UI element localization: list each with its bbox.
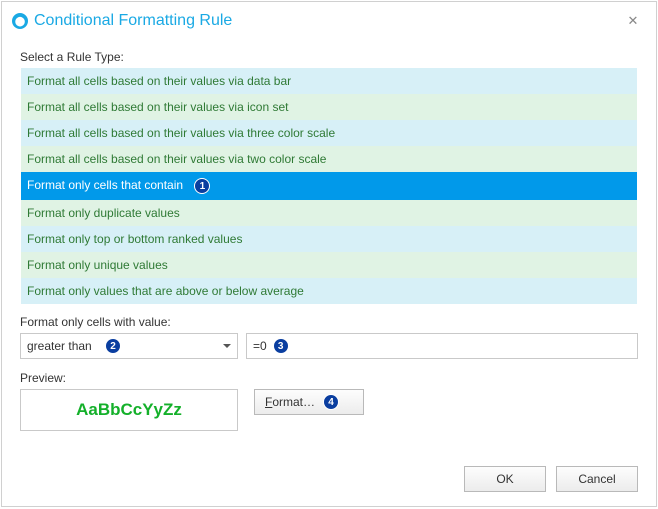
value-input[interactable]: =0 3 xyxy=(246,333,638,359)
app-logo-icon: ⬤ xyxy=(12,13,28,29)
format-only-with-value-label: Format only cells with value: xyxy=(20,315,638,329)
value-text: =0 xyxy=(253,339,267,353)
operator-value: greater than xyxy=(27,339,92,353)
rule-type-item[interactable]: Format only values that are above or bel… xyxy=(21,278,637,304)
operator-dropdown[interactable]: greater than 2 xyxy=(20,333,238,359)
ok-button[interactable]: OK xyxy=(464,466,546,492)
dialog-content: Select a Rule Type: Format all cells bas… xyxy=(2,38,656,443)
dialog-window: ⬤ Conditional Formatting Rule ✕ Select a… xyxy=(1,1,657,507)
preview-sample-text: AaBbCcYyZz xyxy=(76,400,182,420)
rule-type-label: Format only top or bottom ranked values xyxy=(27,232,242,246)
rule-type-label: Format only unique values xyxy=(27,258,168,272)
titlebar: ⬤ Conditional Formatting Rule ✕ xyxy=(2,2,656,38)
condition-row: greater than 2 =0 3 xyxy=(20,333,638,359)
rule-type-item[interactable]: Format all cells based on their values v… xyxy=(21,146,637,172)
format-button-label: Format… xyxy=(265,395,315,409)
rule-type-label: Format only cells that contain xyxy=(27,178,183,192)
rule-type-label: Format all cells based on their values v… xyxy=(27,152,326,166)
select-rule-type-label: Select a Rule Type: xyxy=(20,50,638,64)
preview-label: Preview: xyxy=(20,371,638,385)
callout-badge-4: 4 xyxy=(323,394,339,410)
rule-type-list: Format all cells based on their values v… xyxy=(20,67,638,305)
preview-box: AaBbCcYyZz xyxy=(20,389,238,431)
callout-badge-1: 1 xyxy=(194,178,210,194)
rule-type-label: Format only duplicate values xyxy=(27,206,180,220)
preview-row: AaBbCcYyZz Format… 4 xyxy=(20,389,638,431)
rule-type-label: Format only values that are above or bel… xyxy=(27,284,304,298)
chevron-down-icon xyxy=(223,344,231,348)
rule-type-item[interactable]: Format all cells based on their values v… xyxy=(21,120,637,146)
rule-type-item[interactable]: Format only duplicate values xyxy=(21,200,637,226)
close-icon: ✕ xyxy=(628,13,639,29)
cancel-button[interactable]: Cancel xyxy=(556,466,638,492)
rule-type-item[interactable]: Format all cells based on their values v… xyxy=(21,94,637,120)
callout-badge-3: 3 xyxy=(273,338,289,354)
close-button[interactable]: ✕ xyxy=(620,10,646,32)
rule-type-item[interactable]: Format only top or bottom ranked values xyxy=(21,226,637,252)
rule-type-item[interactable]: Format all cells based on their values v… xyxy=(21,68,637,94)
rule-type-label: Format all cells based on their values v… xyxy=(27,126,335,140)
callout-badge-2: 2 xyxy=(105,338,121,354)
dialog-footer: OK Cancel xyxy=(464,466,638,492)
format-button[interactable]: Format… 4 xyxy=(254,389,364,415)
rule-type-label: Format all cells based on their values v… xyxy=(27,100,288,114)
rule-type-item[interactable]: Format only unique values xyxy=(21,252,637,278)
rule-type-label: Format all cells based on their values v… xyxy=(27,74,291,88)
window-title: Conditional Formatting Rule xyxy=(34,12,620,30)
rule-type-item[interactable]: Format only cells that contain 1 xyxy=(21,172,637,200)
